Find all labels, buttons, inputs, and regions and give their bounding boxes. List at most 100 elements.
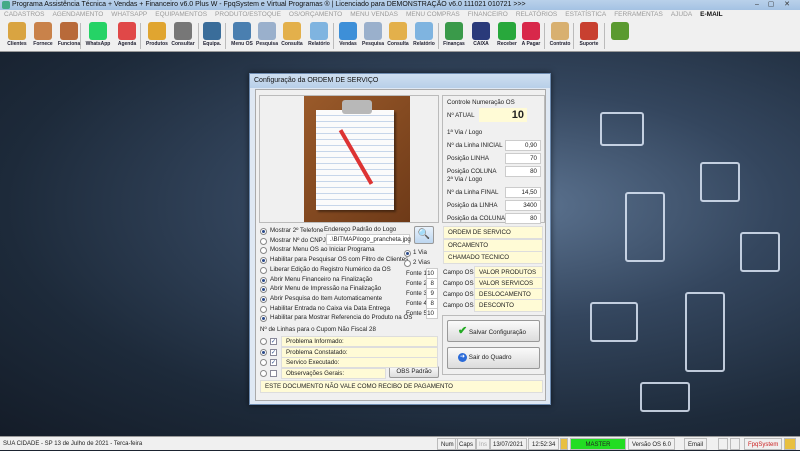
via1-label: Posição LINHA [447,155,489,162]
n-atual-input[interactable]: 10 [479,108,527,122]
fonte-label: Fonte 1 [406,270,427,277]
equipment-icon [203,22,221,40]
option-label[interactable]: Mostrar 2º Telefone [270,227,323,234]
folder-icon [283,22,301,40]
minimize-button[interactable]: – [752,1,762,9]
calculator-icon[interactable] [730,438,740,450]
option-radio[interactable] [260,237,267,245]
menu-item[interactable]: PRODUTO/ESTOQUE [211,10,285,20]
menu-item[interactable]: WHATSAPP [107,10,151,20]
toolbar-button-a-pagar[interactable]: A Pagar [518,21,544,51]
option-radio[interactable] [260,266,267,274]
via-label[interactable]: 1 Via [413,249,427,256]
search-docs-icon [364,22,382,40]
finance-icon [445,22,463,40]
via1-input[interactable]: 0,90 [505,140,541,151]
logo-path-input[interactable]: .\BITMAP\logo_prancheta.jpg [326,234,411,245]
cupom-value[interactable]: 28 [369,326,376,333]
menu-item[interactable]: AGENDAMENTO [48,10,107,20]
status-email[interactable]: Email [684,438,708,450]
toolbar-button-agenda[interactable]: Agenda [114,21,140,51]
calendar-icon [118,22,136,40]
toolbar-button-relat-rio[interactable]: Relatório [306,21,332,51]
via-radio[interactable] [404,250,411,257]
magnifier-icon: 🔍 [417,229,431,240]
option-radio[interactable] [260,247,267,255]
toolbar-button-exit[interactable] [607,21,633,51]
via2-label: Nº da Linha FINAL [447,189,499,196]
campo-input[interactable]: DESCONTO [474,299,543,312]
menu-item[interactable]: MENU VENDAS [346,10,402,20]
option-label[interactable]: Abrir Menu Financeiro na Finalização [270,276,373,283]
browse-logo-button[interactable]: 🔍 [414,226,434,244]
field-input[interactable]: Servico Executado: [281,357,438,368]
toolbar-button-relat-rio[interactable]: Relatório [411,21,437,51]
menu-item[interactable]: AJUDA [667,10,696,20]
via2-input[interactable]: 14,50 [505,187,541,198]
fonte-input[interactable]: 10 [426,308,438,319]
via2-input[interactable]: 80 [505,213,541,224]
option-radio[interactable] [260,295,267,303]
field-radio[interactable] [260,338,267,345]
option-label[interactable]: Mostrar Nº do CNPJ [270,237,326,244]
database-graphic-icon [590,302,638,342]
help-icon[interactable] [718,438,728,450]
toolbar-button-equipa-[interactable]: Equipa. [199,21,225,51]
via-radio[interactable] [404,260,411,267]
save-config-button[interactable]: ✔ Salvar Configuração [447,320,540,342]
option-label[interactable]: Habilitar Entrada no Caixa via Data Entr… [270,305,390,312]
doc-title-input[interactable]: ORCAMENTO [443,238,543,252]
field-input[interactable]: Problema Constatado: [281,346,438,358]
menu-item[interactable]: FINANCEIRO [464,10,512,20]
field-checkbox[interactable]: ✓ [270,348,277,356]
support-icon [580,22,598,40]
field-radio[interactable] [260,369,267,377]
option-label[interactable]: Mostrar Menu OS ao Iniciar Programa [270,246,375,253]
option-label[interactable]: Abrir Pesquisa do Item Automaticamente [270,295,382,302]
supplier-icon [34,22,52,40]
option-radio[interactable] [260,286,267,294]
option-label[interactable]: Habilitar para Pesquisar OS com Filtro d… [270,256,408,263]
option-label[interactable]: Habilitar para Mostrar Referencia do Pro… [270,314,412,321]
checkmark-icon: ✔ [458,325,468,337]
toolbar-button-contrato[interactable]: Contrato [547,21,573,51]
via1-input[interactable]: 80 [505,166,541,177]
field-radio[interactable] [260,359,267,366]
option-radio[interactable] [260,305,267,313]
close-button[interactable]: ✕ [782,1,792,9]
tray-icon [784,438,796,450]
field-input[interactable]: Observações Gerais: [281,367,386,379]
maximize-button[interactable]: ▢ [766,1,776,9]
via-label[interactable]: 2 Vias [413,259,430,266]
field-checkbox[interactable]: ✓ [270,359,277,366]
option-radio[interactable] [260,257,267,265]
field-input[interactable]: Problema Informado: [281,336,438,347]
menu-item[interactable]: OS/ORÇAMENTO [285,10,346,20]
exit-dialog-button[interactable]: ➜ Sair do Quadro [447,347,540,369]
option-radio[interactable] [260,228,267,235]
menu-item-email[interactable]: E-MAIL [696,10,726,20]
toolbar-button-whatsapp[interactable]: WhatsApp [85,21,111,51]
field-radio[interactable] [260,348,267,356]
toolbar-button-consultar[interactable]: Consultar [170,21,196,51]
option-label[interactable]: Liberar Edição do Registro Numérico da O… [270,266,391,273]
footer-text-input[interactable]: ESTE DOCUMENTO NÃO VALE COMO RECIBO DE P… [260,380,543,393]
via1-input[interactable]: 70 [505,153,541,164]
menu-item[interactable]: RELATÓRIOS [512,10,561,20]
menu-item[interactable]: ESTATÍSTICA [561,10,610,20]
menu-item[interactable]: CADASTROS [0,10,48,20]
menu-item[interactable]: MENU COMPRAS [402,10,464,20]
doc-title-input[interactable]: ORDEM DE SERVICO [443,226,543,239]
toolbar-button-suporte[interactable]: Suporte [576,21,602,51]
option-label[interactable]: Abrir Menu de Impressão na Finalização [270,285,381,292]
menu-item[interactable]: FERRAMENTAS [610,10,667,20]
menu-item[interactable]: EQUIPAMENTOS [151,10,211,20]
via2-input[interactable]: 3400 [505,200,541,211]
doc-title-input[interactable]: CHAMADO TECNICO [443,251,543,264]
status-date: 13/07/2021 [489,438,528,450]
field-checkbox[interactable]: ✓ [270,338,277,345]
option-radio[interactable] [260,315,267,323]
toolbar-button-funciona[interactable]: Funciona [56,21,82,51]
field-checkbox[interactable] [270,369,277,377]
option-radio[interactable] [260,276,267,284]
